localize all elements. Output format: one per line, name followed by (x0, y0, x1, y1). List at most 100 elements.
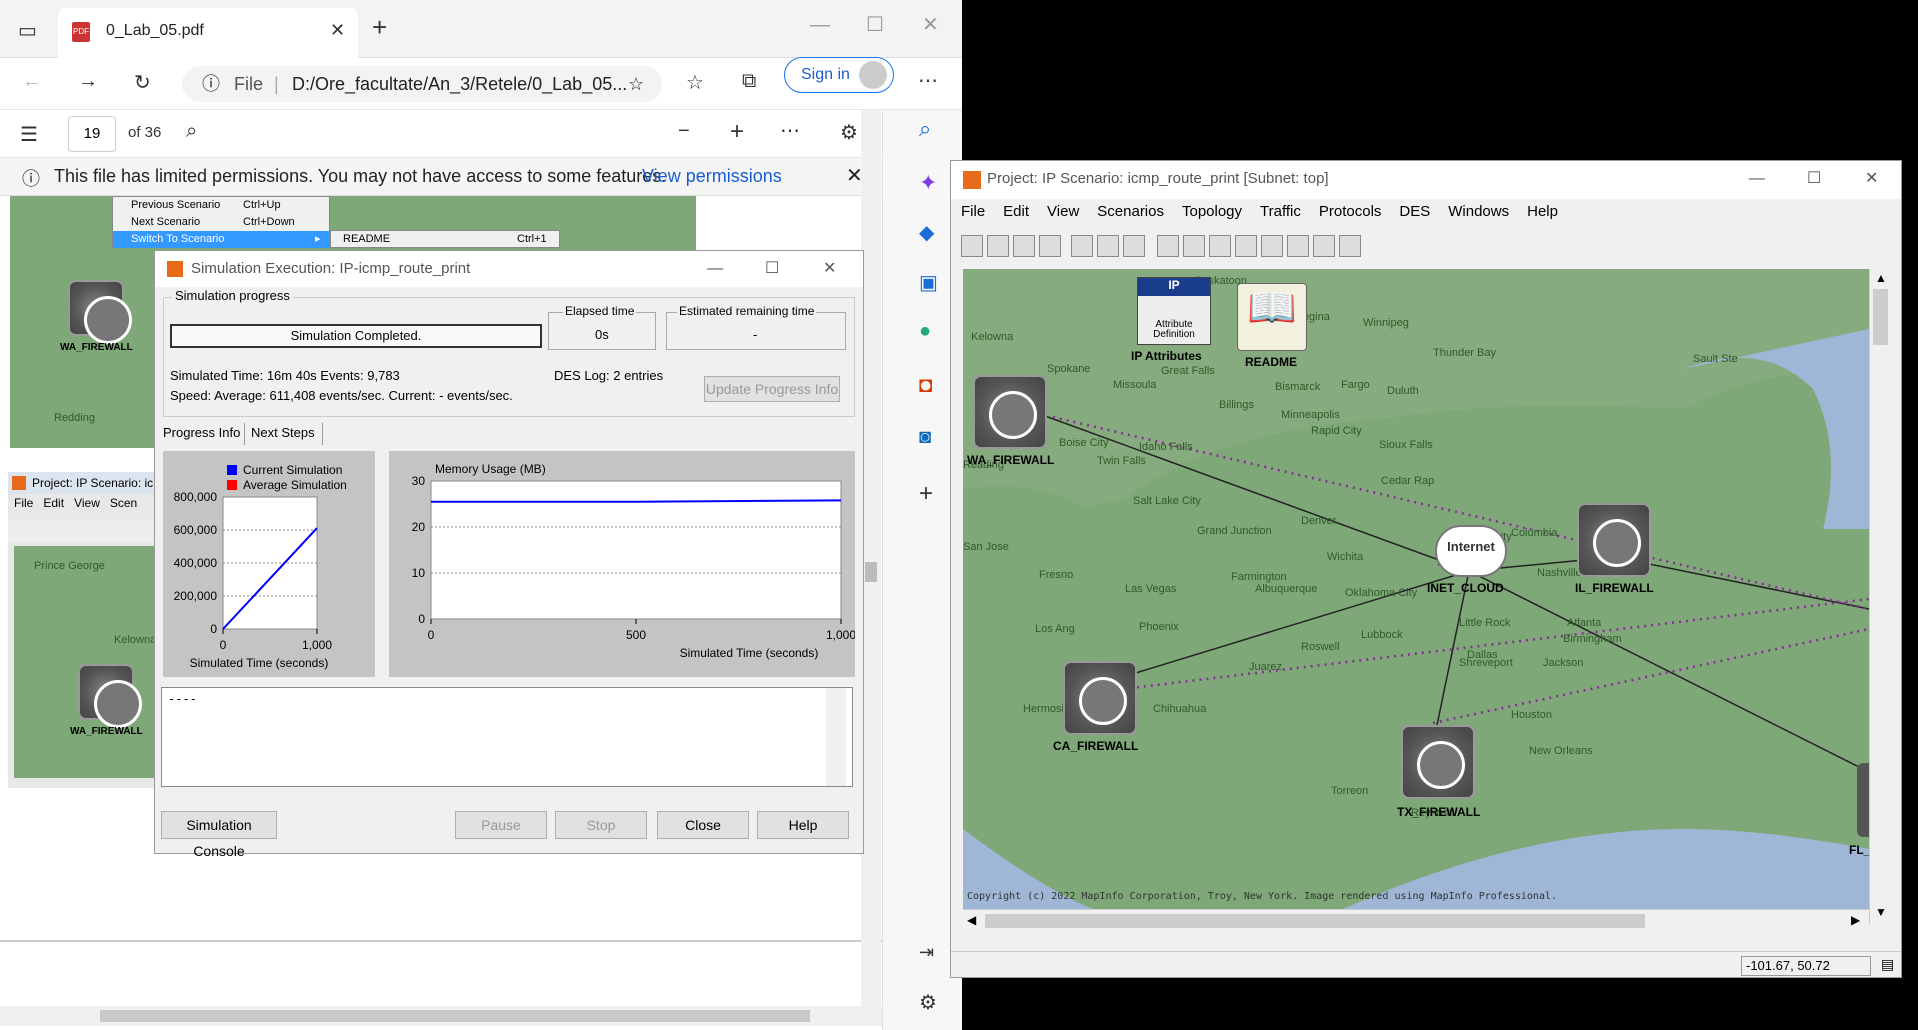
menu-item-switch[interactable]: Switch To Scenario ▸ (113, 231, 329, 248)
readme-submenu[interactable]: README Ctrl+1 (330, 230, 560, 248)
scroll-left-icon[interactable]: ◀ (967, 913, 976, 927)
results-icon[interactable] (1313, 235, 1335, 257)
pdf-tab[interactable]: PDF 0_Lab_05.pdf ✕ (58, 8, 358, 58)
zoom-out-icon[interactable] (1209, 235, 1231, 257)
new-tab-icon[interactable]: + (372, 12, 387, 43)
map-vertical-scrollbar[interactable]: ▲ ▼ (1869, 269, 1891, 925)
new-icon[interactable] (961, 235, 983, 257)
tab-actions-icon[interactable]: ▭ (18, 18, 37, 43)
scroll-thumb[interactable] (1873, 289, 1888, 345)
favorites-icon[interactable]: ☆ (686, 70, 704, 95)
close-tab-icon[interactable]: ✕ (330, 20, 345, 41)
print-icon[interactable] (1039, 235, 1061, 257)
menu-help[interactable]: Help (1527, 203, 1558, 220)
back-icon[interactable]: ← (22, 70, 42, 93)
close-window-icon[interactable]: ✕ (922, 12, 939, 37)
menu-file[interactable]: File (961, 203, 985, 220)
signin-button[interactable]: Sign in (784, 57, 894, 93)
minimize-icon[interactable]: — (1749, 161, 1765, 197)
zoom-in-icon[interactable]: + (730, 118, 744, 146)
menu-traffic[interactable]: Traffic (1260, 203, 1301, 220)
scroll-right-icon[interactable]: ▶ (1851, 913, 1860, 927)
menu-view[interactable]: View (1047, 203, 1079, 220)
vertical-scrollbar[interactable] (861, 110, 881, 1020)
simulation-console-button[interactable]: Simulation Console (161, 811, 277, 859)
internet-cloud-icon[interactable]: Internet (1435, 525, 1507, 577)
refresh-icon[interactable]: ↻ (134, 70, 151, 95)
zoom-in-icon[interactable] (1183, 235, 1205, 257)
wa-firewall-icon[interactable] (973, 375, 1047, 449)
graph-icon[interactable] (1339, 235, 1361, 257)
hide-sidebar-icon[interactable]: ⇥ (919, 942, 934, 963)
more-icon[interactable]: ⋯ (918, 68, 938, 93)
office-icon[interactable]: ◘ (919, 372, 932, 398)
menu-item-prev[interactable]: Previous Scenario Ctrl+Up (113, 197, 329, 214)
menu-protocols[interactable]: Protocols (1319, 203, 1382, 220)
menu-topology[interactable]: Topology (1182, 203, 1242, 220)
menu-item-next[interactable]: Next Scenario Ctrl+Down (113, 214, 329, 231)
more-options-icon[interactable]: ⋯ (780, 118, 800, 143)
ip-attributes-icon[interactable]: IP Attribute Definition (1137, 277, 1211, 345)
update-progress-button[interactable]: Update Progress Info (704, 376, 840, 402)
add-sidebar-icon[interactable]: + (919, 480, 933, 508)
contents-icon[interactable]: ☰ (20, 122, 38, 147)
settings-gear-icon[interactable]: ⚙ (840, 120, 858, 145)
scroll-thumb[interactable] (985, 914, 1645, 928)
zoom-out-icon[interactable]: − (678, 120, 690, 143)
sidebar-settings-icon[interactable]: ⚙ (919, 990, 937, 1015)
games-icon[interactable]: ● (919, 320, 931, 343)
filter-icon[interactable] (1235, 235, 1257, 257)
view-permissions-link[interactable]: View permissions (642, 166, 782, 187)
stop-button[interactable]: Stop (555, 811, 647, 839)
map-horizontal-scrollbar[interactable]: ◀ ▶ (963, 909, 1869, 931)
address-field[interactable]: ⓘ File | D:/Ore_facultate/An_3/Retele/0_… (182, 66, 662, 102)
console-scrollbar[interactable] (826, 688, 846, 786)
horizontal-scrollbar[interactable] (0, 1006, 882, 1026)
close-icon[interactable]: ✕ (1865, 161, 1878, 197)
run-icon[interactable] (1261, 235, 1283, 257)
menu-windows[interactable]: Windows (1448, 203, 1509, 220)
search-icon[interactable]: ⌕ (186, 120, 197, 143)
delete-icon[interactable] (1097, 235, 1119, 257)
readme-book-icon[interactable]: 📖 (1237, 283, 1307, 351)
tab-next-steps[interactable]: Next Steps (249, 423, 323, 445)
ca-firewall-icon[interactable] (1063, 661, 1137, 735)
maximize-icon[interactable]: ☐ (765, 251, 779, 287)
menu-des[interactable]: DES (1399, 203, 1430, 220)
tx-firewall-icon[interactable] (1401, 725, 1475, 799)
copilot-icon[interactable]: ✦ (919, 170, 937, 196)
topology-map[interactable]: Kelowna Saskatoon Regina Winnipeg Thunder Ba… (963, 269, 1869, 909)
help-button[interactable]: Help (757, 811, 849, 839)
close-button[interactable]: Close (657, 811, 749, 839)
minimize-icon[interactable]: — (810, 14, 830, 37)
tab-progress-info[interactable]: Progress Info (161, 423, 245, 445)
page-number-input[interactable]: 19 (68, 116, 116, 152)
scroll-thumb[interactable] (865, 562, 877, 582)
minimize-icon[interactable]: — (707, 251, 723, 287)
fl-firewall-icon[interactable] (1857, 763, 1869, 837)
save-icon[interactable] (1013, 235, 1035, 257)
wizard-icon[interactable] (1071, 235, 1093, 257)
scroll-down-icon[interactable]: ▼ (1875, 905, 1887, 919)
shopping-tag-icon[interactable]: ◆ (919, 220, 934, 245)
failure-icon[interactable] (1157, 235, 1179, 257)
forward-icon[interactable]: → (78, 70, 98, 93)
config-icon[interactable] (1123, 235, 1145, 257)
tools-icon[interactable]: ▣ (919, 270, 938, 295)
menu-scenarios[interactable]: Scenarios (1097, 203, 1164, 220)
scroll-thumb[interactable] (100, 1010, 810, 1022)
collections-icon[interactable]: ⧉ (742, 70, 756, 93)
traffic-icon[interactable] (1287, 235, 1309, 257)
pause-button[interactable]: Pause (455, 811, 547, 839)
open-icon[interactable] (987, 235, 1009, 257)
search-sidebar-icon[interactable]: ⌕ (919, 116, 931, 142)
outlook-icon[interactable]: ◙ (919, 426, 931, 449)
maximize-icon[interactable]: ☐ (1807, 161, 1821, 197)
close-icon[interactable]: ✕ (823, 251, 836, 287)
scroll-up-icon[interactable]: ▲ (1875, 271, 1887, 285)
favorite-add-icon[interactable]: ☆ (628, 66, 644, 102)
maximize-icon[interactable]: ☐ (866, 12, 884, 37)
menu-edit[interactable]: Edit (1003, 203, 1029, 220)
il-firewall-icon[interactable] (1577, 503, 1651, 577)
console-area[interactable]: ---- (161, 687, 853, 787)
